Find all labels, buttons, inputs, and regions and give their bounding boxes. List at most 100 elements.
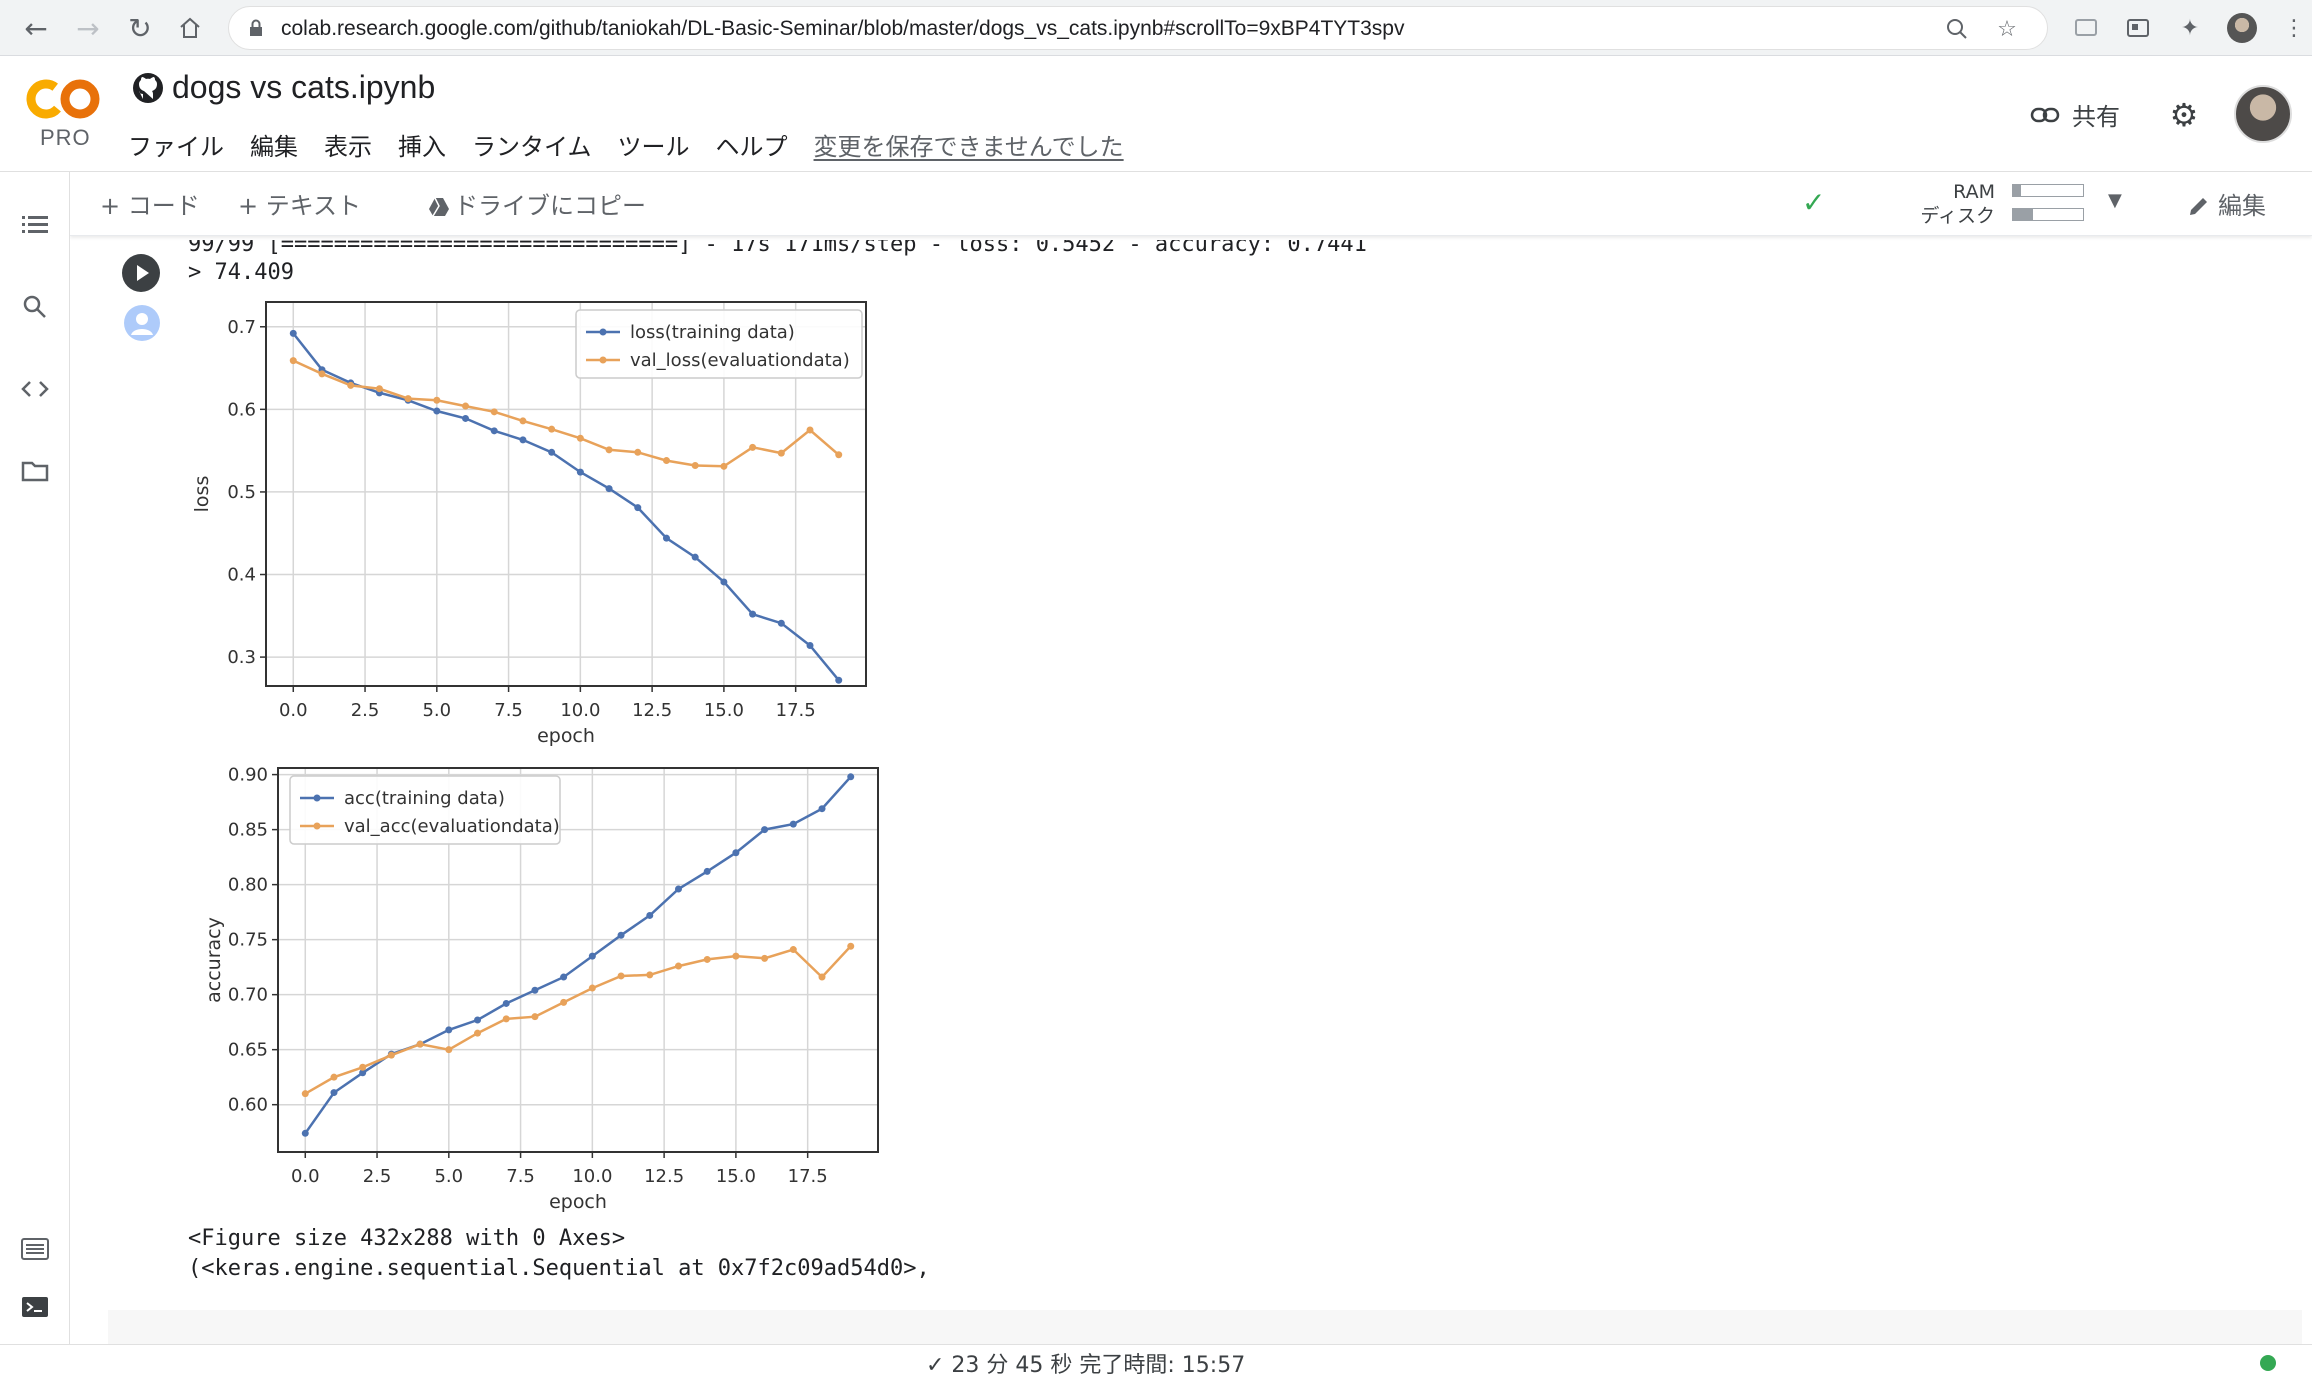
data-point bbox=[416, 1040, 424, 1048]
menu-help[interactable]: ヘルプ bbox=[716, 127, 788, 162]
connected-check-icon: ✓ bbox=[1802, 186, 1826, 219]
data-point bbox=[433, 407, 441, 415]
data-point bbox=[519, 417, 527, 425]
settings-gear-icon[interactable]: ⚙ bbox=[2166, 96, 2202, 134]
resources-dropdown-icon[interactable]: ▼ bbox=[2108, 190, 2122, 211]
x-tick-label: 12.5 bbox=[644, 1166, 684, 1187]
data-point bbox=[646, 911, 654, 919]
disk-label: ディスク bbox=[1920, 205, 1995, 227]
accuracy-chart: 0.0 2.5 5.0 7.5 10.0 12.5 15.0 17.5 0.60 0.65 0.70… bbox=[203, 765, 879, 1213]
extension-tab-icon[interactable] bbox=[2122, 12, 2154, 44]
add-code-button[interactable]: + コード bbox=[100, 186, 200, 221]
data-point bbox=[301, 1129, 309, 1137]
data-point bbox=[777, 619, 785, 627]
data-point bbox=[646, 971, 654, 979]
address-bar[interactable]: colab.research.google.com/github/tanioka… bbox=[228, 6, 2048, 50]
disk-usage-bar[interactable] bbox=[2012, 208, 2084, 221]
y-tick-label: 0.80 bbox=[228, 875, 268, 896]
menu-edit[interactable]: 編集 bbox=[250, 127, 298, 162]
github-icon bbox=[133, 73, 163, 103]
data-point bbox=[462, 402, 470, 410]
data-point bbox=[301, 1090, 309, 1098]
data-point bbox=[777, 449, 785, 457]
status-bar: ✓ 23 分 45 秒 完了時間: 15:57 bbox=[0, 1344, 2312, 1376]
menu-runtime[interactable]: ランタイム bbox=[472, 127, 592, 162]
legend: acc(training data) val_acc(evaluationdata… bbox=[289, 775, 561, 845]
menu-tools[interactable]: ツール bbox=[618, 127, 690, 162]
legend-marker bbox=[599, 328, 607, 336]
pro-badge: PRO bbox=[40, 125, 91, 150]
home-icon[interactable] bbox=[172, 10, 208, 46]
terminal-icon[interactable] bbox=[18, 1290, 52, 1324]
data-point bbox=[720, 462, 728, 470]
table-of-contents-icon[interactable] bbox=[18, 208, 52, 242]
x-tick-label: 0.0 bbox=[279, 700, 308, 721]
data-point bbox=[749, 443, 757, 451]
notebook-title[interactable]: dogs vs cats.ipynb bbox=[172, 69, 435, 106]
data-point bbox=[662, 457, 670, 465]
data-point bbox=[720, 578, 728, 586]
data-point bbox=[732, 849, 740, 857]
data-point bbox=[490, 408, 498, 416]
bookmark-star-icon[interactable]: ☆ bbox=[1993, 15, 2021, 43]
y-tick-label: 0.6 bbox=[227, 399, 256, 420]
data-point bbox=[835, 451, 843, 459]
legend-label: val_acc(evaluationdata) bbox=[344, 816, 560, 837]
code-snippets-icon[interactable] bbox=[18, 372, 52, 406]
drive-icon bbox=[429, 197, 449, 217]
data-point bbox=[359, 1063, 367, 1071]
run-cell-button[interactable] bbox=[122, 254, 160, 292]
profile-avatar-icon[interactable] bbox=[2226, 12, 2258, 44]
extensions-puzzle-icon[interactable]: ✦ bbox=[2174, 12, 2206, 44]
menu-insert[interactable]: 挿入 bbox=[398, 127, 446, 162]
x-tick-label: 15.0 bbox=[704, 700, 744, 721]
zoom-icon[interactable] bbox=[1943, 15, 1971, 43]
data-point bbox=[691, 462, 699, 470]
forward-icon[interactable]: → bbox=[70, 10, 106, 46]
menu-view[interactable]: 表示 bbox=[324, 127, 372, 162]
disk-usage-fill bbox=[2013, 209, 2033, 220]
command-palette-icon[interactable] bbox=[18, 1232, 52, 1266]
menu-file[interactable]: ファイル bbox=[128, 127, 224, 162]
reload-icon[interactable]: ↻ bbox=[122, 10, 158, 46]
execution-status[interactable]: ✓ 23 分 45 秒 完了時間: 15:57 bbox=[926, 1347, 1245, 1376]
browser-menu-icon[interactable]: ⋮ bbox=[2278, 12, 2310, 44]
back-icon[interactable]: ← bbox=[18, 10, 54, 46]
colab-logo[interactable] bbox=[26, 75, 102, 123]
next-code-cell[interactable] bbox=[108, 1310, 2302, 1346]
data-point bbox=[605, 446, 613, 454]
data-point bbox=[703, 867, 711, 875]
colab-header: PRO dogs vs cats.ipynb ファイル 編集 表示 挿入 ランタ… bbox=[0, 57, 2312, 172]
loss-chart: 0.0 2.5 5.0 7.5 10.0 12.5 15.0 17.5 0.3 0.4 0.5 0.6… bbox=[191, 301, 867, 747]
y-tick-label: 0.65 bbox=[228, 1040, 268, 1061]
data-point bbox=[502, 1015, 510, 1023]
ram-usage-fill bbox=[2013, 185, 2022, 196]
data-point bbox=[835, 676, 843, 684]
x-tick-label: 17.5 bbox=[776, 700, 816, 721]
cell-user-icon bbox=[124, 305, 160, 341]
data-point bbox=[433, 396, 441, 404]
account-avatar[interactable] bbox=[2234, 85, 2292, 143]
data-point bbox=[474, 1016, 482, 1024]
copy-to-drive-button[interactable]: ドライブにコピー bbox=[428, 186, 646, 221]
y-tick-label: 0.4 bbox=[227, 565, 256, 586]
x-tick-label: 15.0 bbox=[716, 1166, 756, 1187]
share-button[interactable]: 共有 bbox=[2030, 97, 2120, 132]
add-text-button[interactable]: + テキスト bbox=[238, 186, 361, 221]
extension-cast-icon[interactable] bbox=[2070, 12, 2102, 44]
search-icon[interactable] bbox=[18, 290, 52, 324]
url-text[interactable]: colab.research.google.com/github/tanioka… bbox=[281, 17, 1405, 41]
x-tick-label: 10.0 bbox=[572, 1166, 612, 1187]
files-folder-icon[interactable] bbox=[18, 454, 52, 488]
unsaved-changes-link[interactable]: 変更を保存できませんでした bbox=[814, 127, 1124, 162]
ram-disk-labels[interactable]: RAM ディスク bbox=[1915, 180, 1995, 228]
data-point bbox=[761, 826, 769, 834]
x-axis-label: epoch bbox=[549, 1191, 607, 1213]
edit-button[interactable]: 編集 bbox=[2188, 186, 2266, 221]
data-point bbox=[691, 553, 699, 561]
x-axis-label: epoch bbox=[537, 725, 595, 747]
legend-marker bbox=[599, 356, 607, 364]
data-point bbox=[617, 931, 625, 939]
data-point bbox=[789, 946, 797, 954]
ram-usage-bar[interactable] bbox=[2012, 184, 2084, 197]
